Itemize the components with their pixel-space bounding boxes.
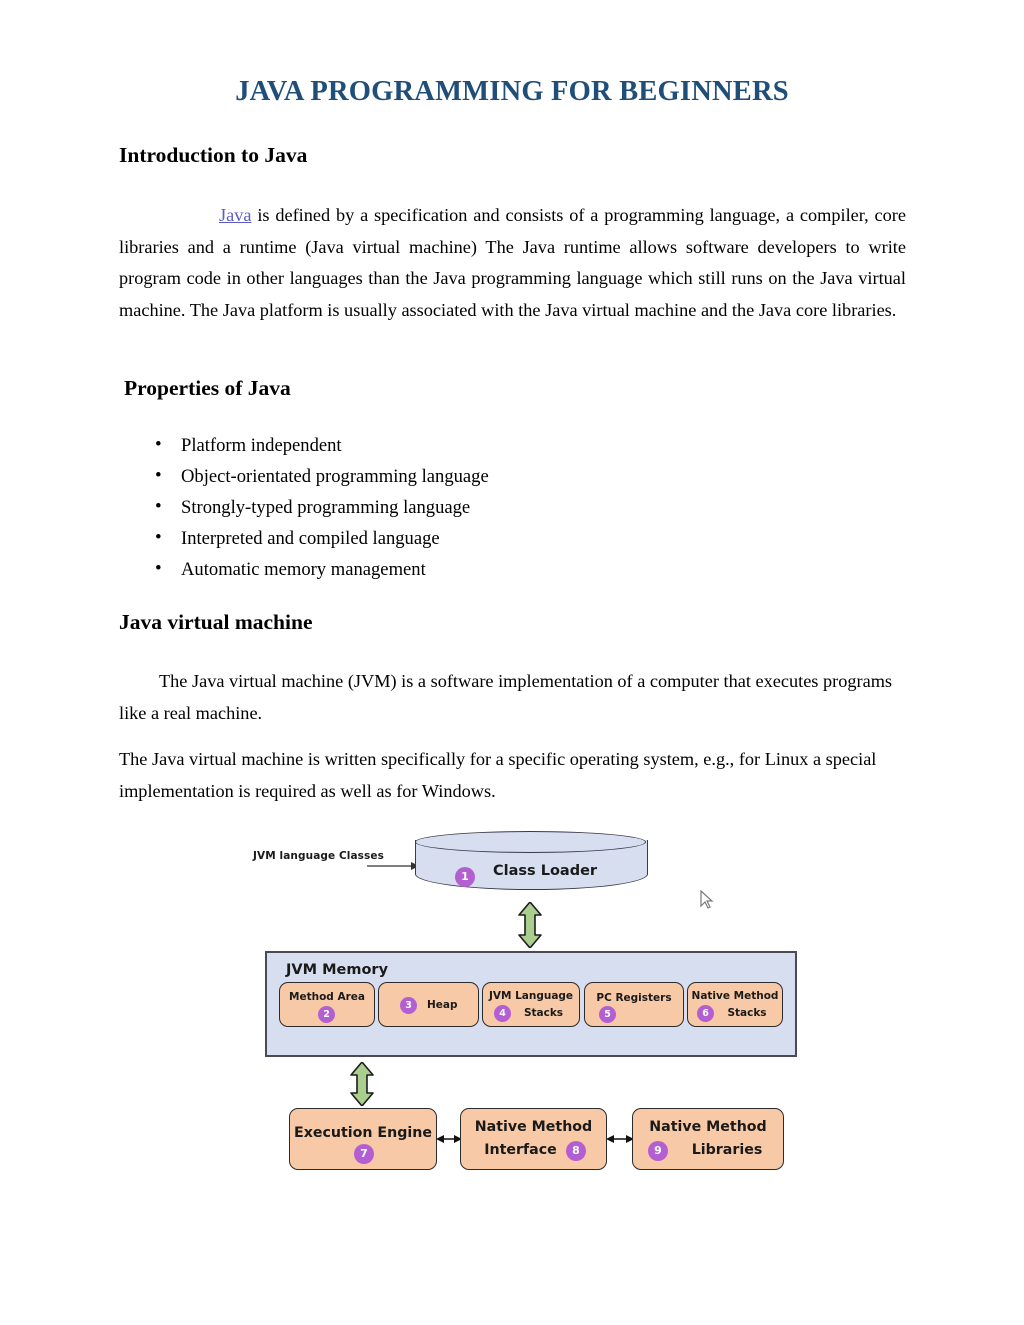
arrow-classes-to-classloader [367, 862, 419, 870]
native-method-libraries-label-line1: Native Method [649, 1119, 767, 1135]
arrow-execengine-nmi [436, 1135, 462, 1143]
pc-registers-box[interactable]: PC Registers 5 [584, 982, 684, 1027]
execution-engine-label: Execution Engine [294, 1125, 432, 1141]
badge-7: 7 [354, 1144, 374, 1164]
document-page: JAVA PROGRAMMING FOR BEGINNERS Introduct… [0, 0, 1024, 1325]
native-method-interface-box[interactable]: Native Method Interface 8 [460, 1108, 607, 1170]
jvm-architecture-diagram: JVM language Classes 1 Class Loader JVM … [0, 0, 1024, 1325]
badge-2: 2 [318, 1006, 335, 1023]
jvm-memory-title: JVM Memory [286, 962, 389, 978]
properties-list: Platform independent Object-orientated p… [119, 429, 489, 585]
class-loader-cylinder[interactable]: 1 Class Loader [415, 831, 648, 898]
native-method-stacks-label-line1: Native Method [691, 990, 779, 1002]
badge-3: 3 [400, 997, 417, 1014]
native-method-stacks-box[interactable]: Native Method 6 Stacks [687, 982, 783, 1027]
native-method-libraries-label-line2: Libraries [691, 1142, 763, 1158]
arrow-jvmmemory-executionengine [350, 1062, 374, 1106]
paragraph-jvm-definition: The Java virtual machine (JVM) is a soft… [119, 671, 893, 723]
arrow-nmi-nml [606, 1135, 634, 1143]
jvm-language-classes-label: JVM language Classes [253, 850, 384, 862]
badge-8: 8 [566, 1141, 586, 1161]
badge-1: 1 [455, 867, 475, 887]
list-item: Strongly-typed programming language [119, 491, 489, 523]
pc-registers-label: PC Registers [596, 992, 672, 1004]
native-method-libraries-box[interactable]: Native Method 9 Libraries [632, 1108, 784, 1170]
badge-6: 6 [697, 1005, 714, 1022]
list-item: Object-orientated programming language [119, 460, 489, 492]
heading-properties-of-java: Properties of Java [124, 376, 291, 400]
native-method-interface-label-line1: Native Method [474, 1119, 593, 1135]
list-item: Automatic memory management [119, 553, 489, 585]
cylinder-top-ellipse [415, 831, 646, 853]
class-loader-label: Class Loader [493, 863, 598, 879]
paragraph-jvm-platform: The Java virtual machine is written spec… [119, 749, 877, 801]
jvm-language-stacks-box[interactable]: JVM Language 4 Stacks [482, 982, 580, 1027]
jvm-language-stacks-label-line2: Stacks [523, 1007, 564, 1019]
heading-java-virtual-machine: Java virtual machine [119, 610, 313, 634]
jvm-language-stacks-label-line1: JVM Language [488, 990, 574, 1002]
heading-introduction-to-java: Introduction to Java [119, 143, 308, 167]
badge-5: 5 [599, 1006, 616, 1023]
badge-9: 9 [648, 1141, 668, 1161]
execution-engine-box[interactable]: Execution Engine 7 [289, 1108, 437, 1170]
heap-label: Heap [427, 999, 458, 1011]
method-area-box[interactable]: Method Area 2 [279, 982, 375, 1027]
paragraph-introduction: Java is defined by a specification and c… [119, 200, 906, 326]
mouse-cursor-icon [700, 890, 714, 909]
native-method-stacks-label-line2: Stacks [727, 1007, 767, 1019]
list-item: Interpreted and compiled language [119, 522, 489, 554]
arrow-classloader-jvmmemory [518, 902, 542, 948]
page-title: JAVA PROGRAMMING FOR BEGINNERS [235, 76, 789, 107]
java-link[interactable]: Java [219, 205, 251, 225]
native-method-interface-label-line2: Interface [484, 1142, 557, 1158]
list-item: Platform independent [119, 429, 489, 461]
heap-box[interactable]: 3 Heap [378, 982, 479, 1027]
method-area-label: Method Area [289, 991, 365, 1003]
badge-4: 4 [494, 1005, 511, 1022]
